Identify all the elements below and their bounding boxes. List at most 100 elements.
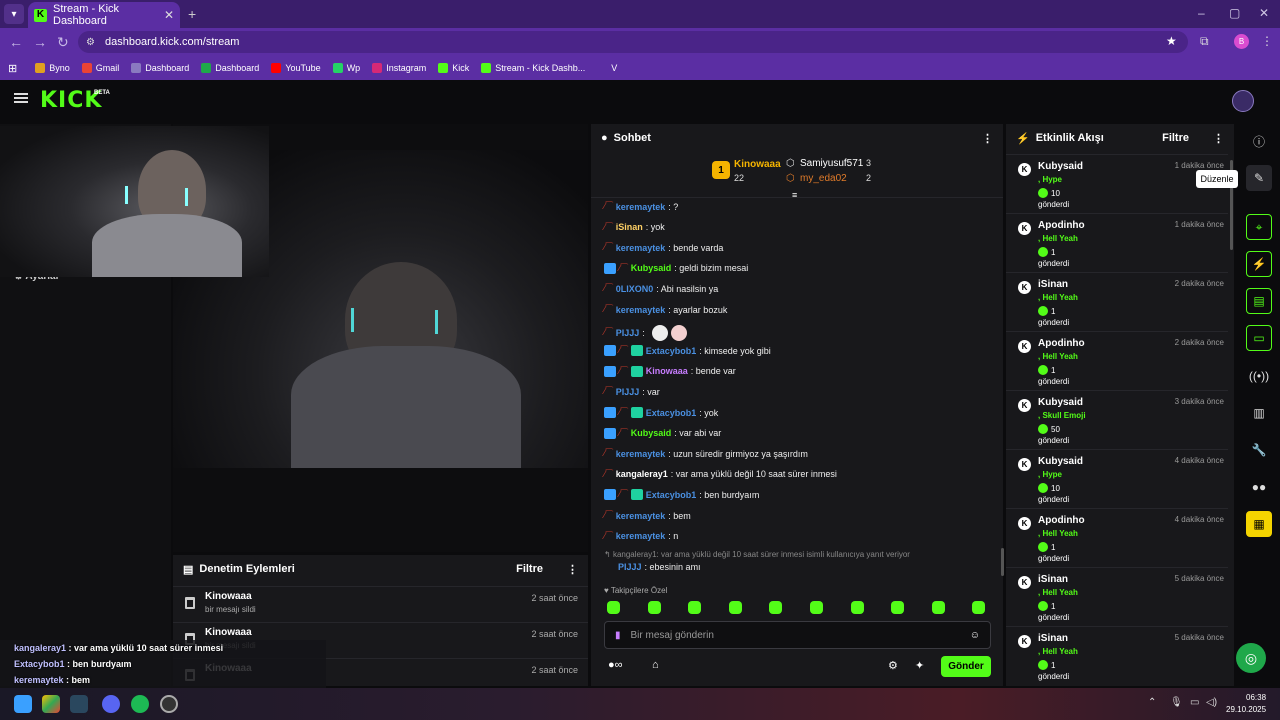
gifter-name[interactable]: Apodinho xyxy=(1038,338,1085,349)
layout-icon[interactable]: ▥ xyxy=(1246,400,1272,426)
chrome-taskbar-icon[interactable] xyxy=(42,695,60,713)
second-gifter-name[interactable]: Samiyusuf571 xyxy=(800,158,863,169)
moderator-name[interactable]: Kinowaaa xyxy=(205,627,252,638)
chat-toggle-icon[interactable]: ▭ xyxy=(1246,325,1272,351)
bookmark-item[interactable]: Dashboard xyxy=(201,63,259,73)
microphone-icon[interactable]: ▮ xyxy=(615,630,621,641)
chat-username[interactable]: PIJJJ xyxy=(618,562,642,572)
minimize-button[interactable]: – xyxy=(1198,6,1205,20)
emoji-picker-icon[interactable]: ☺ xyxy=(970,630,980,641)
address-bar[interactable]: ⚙ dashboard.kick.com/stream xyxy=(78,31,1188,53)
bookmark-item[interactable]: Byno xyxy=(35,63,70,73)
emote-icon[interactable] xyxy=(850,601,864,614)
chat-username[interactable]: keremaytek xyxy=(616,305,666,315)
apps-grid-icon[interactable]: ⊞ xyxy=(8,62,17,75)
discord-taskbar-icon[interactable] xyxy=(102,695,120,713)
bookmark-item[interactable]: Wp xyxy=(332,63,360,73)
chat-username[interactable]: 0LIXON0 xyxy=(616,284,654,294)
chat-username[interactable]: keremaytek xyxy=(616,202,666,212)
emote-icon[interactable] xyxy=(769,601,783,614)
bookmark-item[interactable]: V xyxy=(597,63,617,73)
gifter-name[interactable]: Kubysaid xyxy=(1038,397,1083,408)
browser-tab[interactable]: K Stream - Kick Dashboard ✕ xyxy=(28,2,180,28)
steam-taskbar-icon[interactable] xyxy=(70,695,88,713)
moderation-filter-button[interactable]: Filtre xyxy=(516,563,543,575)
chat-username[interactable]: kangaleray1 xyxy=(616,469,668,479)
start-icon[interactable] xyxy=(14,695,32,713)
gifter-name[interactable]: iSinan xyxy=(1038,633,1068,644)
user-avatar[interactable] xyxy=(1232,90,1254,112)
emote-icon[interactable] xyxy=(931,601,945,614)
bookmark-item[interactable]: Kick xyxy=(438,63,469,73)
focus-icon[interactable]: ⌖ xyxy=(1246,214,1272,240)
chat-more-icon[interactable]: ⋮ xyxy=(982,132,993,145)
chat-username[interactable]: iSinan xyxy=(616,222,643,232)
activity-item[interactable]: KiSinan 5 dakika önce , Hell Yeah 1 gönderdi xyxy=(1006,567,1228,626)
activity-item[interactable]: K Kubysaid 1 dakika önce , Hype 10 gönderdi xyxy=(1006,154,1228,213)
chat-username[interactable]: Extacybob1 xyxy=(646,346,697,356)
tray-chevron-icon[interactable]: ⌃ xyxy=(1148,697,1156,708)
emote-icon[interactable] xyxy=(972,601,986,614)
activity-item[interactable]: K Apodinho 1 dakika önce , Hell Yeah 1 gönder… xyxy=(1006,213,1228,272)
tab-search-button[interactable]: ▾ xyxy=(4,4,24,24)
activity-item[interactable]: KiSinan 2 dakika önce , Hell Yeah 1 gönderdi xyxy=(1006,272,1228,331)
gifter-name[interactable]: Kubysaid xyxy=(1038,456,1083,467)
emote-icon[interactable] xyxy=(607,601,620,614)
window-close-button[interactable]: ✕ xyxy=(1259,6,1269,20)
profile-avatar[interactable]: B xyxy=(1234,34,1249,49)
tab-close-icon[interactable]: ✕ xyxy=(164,8,174,22)
gifter-name[interactable]: iSinan xyxy=(1038,279,1068,290)
extensions-icon[interactable]: ⧉ xyxy=(1200,34,1209,49)
new-tab-button[interactable]: + xyxy=(188,6,196,22)
tools-wrench-icon[interactable]: 🔧 xyxy=(1246,437,1272,463)
top-gifter-name[interactable]: Kinowaaa xyxy=(734,159,781,170)
chat-username[interactable]: Kubysaid xyxy=(631,263,672,273)
quick-action-icon[interactable]: ⚡ xyxy=(1246,251,1272,277)
back-button[interactable]: ← xyxy=(9,34,23,50)
spotify-taskbar-icon[interactable] xyxy=(131,695,149,713)
activity-item[interactable]: K Apodinho 2 dakika önce , Hell Yeah 1 gönder… xyxy=(1006,331,1228,390)
chat-username[interactable]: keremaytek xyxy=(616,531,666,541)
chat-store-icon[interactable]: ⌂ xyxy=(652,659,659,671)
help-button[interactable]: ◎ xyxy=(1236,643,1266,673)
moderation-item[interactable]: Kinowaaa bir mesajı sildi 2 saat önce xyxy=(173,586,588,620)
collapse-chevron-icon[interactable]: ≡ xyxy=(792,190,797,200)
info-icon[interactable]: ⓘ xyxy=(1246,128,1272,154)
app-taskbar-icon[interactable] xyxy=(160,695,178,713)
bookmark-item[interactable]: Dashboard xyxy=(131,63,189,73)
chat-users-icon[interactable]: ●∞ xyxy=(608,659,623,671)
document-icon[interactable]: ▤ xyxy=(1246,288,1272,314)
emote-icon[interactable] xyxy=(891,601,905,614)
emote-icon[interactable] xyxy=(810,601,823,614)
gifter-name[interactable]: Kubysaid xyxy=(1038,161,1083,172)
bookmark-item[interactable]: Stream - Kick Dashb... xyxy=(481,63,585,73)
browser-menu-icon[interactable]: ⋮ xyxy=(1261,34,1273,48)
chat-username[interactable]: PIJJJ xyxy=(616,387,640,397)
activity-item[interactable]: KiSinan 5 dakika önce , Hell Yeah 1 gönderdi xyxy=(1006,626,1228,685)
chat-bot-icon[interactable]: ✦ xyxy=(915,659,924,672)
edit-pencil-icon[interactable]: ✎ xyxy=(1246,165,1272,191)
activity-more-icon[interactable]: ⋮ xyxy=(1213,132,1224,145)
chat-scrollbar[interactable] xyxy=(1001,548,1004,576)
maximize-button[interactable]: ▢ xyxy=(1229,6,1240,20)
chat-username[interactable]: keremaytek xyxy=(616,511,666,521)
network-tray-icon[interactable]: ▭ xyxy=(1190,697,1199,708)
activity-item[interactable]: K Apodinho 4 dakika önce , Hell Yeah 1 gönder… xyxy=(1006,508,1228,567)
bookmark-item[interactable]: Gmail xyxy=(81,63,119,73)
chat-username[interactable]: Extacybob1 xyxy=(646,408,697,418)
activity-item[interactable]: K Kubysaid 3 dakika önce , Skull Emoji 50 gön… xyxy=(1006,390,1228,449)
chat-username[interactable]: PIJJJ xyxy=(616,328,640,338)
chat-input[interactable]: ▮ Bir mesaj gönderin ☺ xyxy=(604,621,991,649)
chat-settings-icon[interactable]: ⚙ xyxy=(888,659,898,672)
emote-icon[interactable] xyxy=(688,601,702,614)
chat-username[interactable]: keremaytek xyxy=(616,243,666,253)
gifter-name[interactable]: iSinan xyxy=(1038,574,1068,585)
volume-tray-icon[interactable]: ◁) xyxy=(1206,697,1217,708)
broadcast-icon[interactable]: ((•)) xyxy=(1246,363,1272,389)
forward-button[interactable]: → xyxy=(33,34,47,50)
reload-button[interactable]: ↻ xyxy=(57,34,69,51)
emote-icon[interactable] xyxy=(728,601,742,614)
third-gifter-name[interactable]: my_eda02 xyxy=(800,173,847,184)
bookmark-item[interactable]: YouTube xyxy=(271,63,321,73)
users-icon[interactable]: ●● xyxy=(1246,474,1272,500)
